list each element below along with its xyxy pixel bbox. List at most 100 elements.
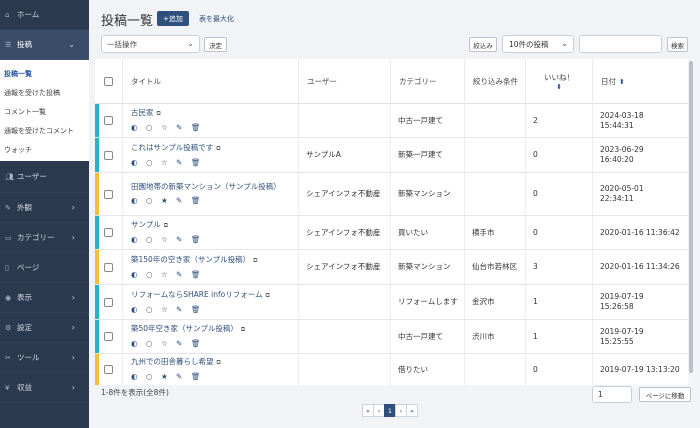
sidebar-item-tools[interactable]: ✂ ツール › — [0, 343, 89, 373]
column-header-filter[interactable]: 絞り込み条件 — [465, 59, 526, 104]
bulk-action-select[interactable]: 一括操作 ⌄ — [101, 35, 200, 53]
external-link-icon[interactable]: ⧉ — [157, 110, 161, 117]
post-title-link[interactable]: サンプル — [131, 220, 161, 229]
search-input[interactable] — [579, 35, 662, 53]
column-header-title[interactable]: タイトル — [123, 59, 299, 104]
post-title-link[interactable]: 田園地帯の新築マンション（サンプル投稿） — [131, 182, 281, 191]
scrollbar-thumb[interactable] — [689, 61, 693, 373]
post-title-link[interactable]: これはサンプル投稿です — [131, 143, 213, 152]
trash-icon[interactable]: 🗑︎ — [191, 339, 206, 349]
submenu-item-watch[interactable]: ウォッチ — [0, 140, 89, 159]
page-number-input[interactable]: 1 — [592, 386, 632, 403]
circle-icon[interactable]: ○ — [146, 270, 161, 280]
external-link-icon[interactable]: ⧉ — [217, 359, 221, 366]
column-header-user[interactable]: ユーザー — [299, 59, 391, 104]
star-icon[interactable]: ☆ — [161, 123, 176, 133]
submenu-item-comment-list[interactable]: コメント一覧 — [0, 102, 89, 121]
circle-icon[interactable]: ○ — [146, 235, 161, 245]
apply-button[interactable]: 決定 — [204, 37, 227, 52]
column-header-date[interactable]: 日付 ⬍ — [593, 59, 688, 104]
submenu-item-reported-posts[interactable]: 通報を受けた投稿 — [0, 83, 89, 102]
select-all-checkbox[interactable] — [104, 77, 113, 86]
toggle-icon[interactable]: ◐ — [131, 196, 146, 206]
external-link-icon[interactable]: ⧉ — [265, 292, 269, 299]
per-page-select[interactable]: 10件の投稿 ⌄ — [502, 35, 574, 53]
edit-icon[interactable]: ✎ — [176, 339, 191, 349]
goto-page-button[interactable]: ページに移動 — [639, 387, 691, 402]
row-checkbox[interactable] — [104, 262, 113, 272]
toggle-icon[interactable]: ◐ — [131, 339, 146, 349]
add-post-button[interactable]: +追加 — [157, 11, 189, 26]
trash-icon[interactable]: 🗑︎ — [191, 235, 206, 245]
toggle-icon[interactable]: ◐ — [131, 372, 146, 382]
toggle-icon[interactable]: ◐ — [131, 305, 146, 315]
toggle-icon[interactable]: ◐ — [131, 158, 146, 168]
post-title-link[interactable]: 築150年の空き家（サンプル投稿） — [131, 255, 250, 264]
user-cell — [299, 354, 391, 385]
last-page-button[interactable]: » — [406, 404, 418, 417]
sidebar-item-display[interactable]: ◉ 表示 › — [0, 283, 89, 313]
star-icon[interactable]: ☆ — [161, 235, 176, 245]
edit-icon[interactable]: ✎ — [176, 123, 191, 133]
circle-icon[interactable]: ○ — [146, 158, 161, 168]
sidebar-item-home[interactable]: ⌂ ホーム — [0, 0, 89, 30]
edit-icon[interactable]: ✎ — [176, 235, 191, 245]
submenu-item-post-list[interactable]: 投稿一覧 — [0, 64, 89, 83]
external-link-icon[interactable]: ⧉ — [216, 145, 220, 152]
star-icon[interactable]: ☆ — [161, 158, 176, 168]
table-scrollbar[interactable] — [688, 59, 694, 385]
star-filled-icon[interactable]: ★ — [161, 196, 176, 206]
row-checkbox[interactable] — [104, 116, 113, 125]
edit-icon[interactable]: ✎ — [176, 305, 191, 315]
column-header-category[interactable]: カテゴリー — [391, 59, 465, 104]
circle-icon[interactable]: ○ — [146, 305, 161, 315]
toggle-icon[interactable]: ◐ — [131, 123, 146, 133]
edit-icon[interactable]: ✎ — [176, 372, 191, 382]
post-title-link[interactable]: 築50年空き家（サンプル投稿） — [131, 324, 238, 333]
edit-icon[interactable]: ✎ — [176, 158, 191, 168]
external-link-icon[interactable]: ⧉ — [241, 326, 245, 333]
filter-button[interactable]: 絞込み — [469, 37, 497, 52]
edit-icon[interactable]: ✎ — [176, 196, 191, 206]
star-icon[interactable]: ☆ — [161, 270, 176, 280]
sidebar-item-revenue[interactable]: ¥ 収益 › — [0, 373, 89, 403]
post-title-link[interactable]: 九州での田舎暮らし希望 — [131, 357, 214, 366]
likes-cell: 0 — [526, 138, 593, 172]
trash-icon[interactable]: 🗑︎ — [191, 196, 206, 206]
search-button[interactable]: 検索 — [667, 37, 688, 52]
post-title-link[interactable]: 古民家 — [131, 108, 154, 117]
sidebar-item-users[interactable]: 👥︎ ユーザー — [0, 161, 89, 193]
external-link-icon[interactable]: ⧉ — [253, 257, 257, 264]
edit-icon[interactable]: ✎ — [176, 270, 191, 280]
post-title-link[interactable]: リフォームならSHARE infoリフォーム — [131, 290, 262, 299]
external-link-icon[interactable]: ⧉ — [164, 222, 168, 229]
row-checkbox[interactable] — [104, 297, 113, 307]
row-checkbox[interactable] — [104, 189, 113, 199]
maximize-table-link[interactable]: 表を最大化 — [199, 14, 234, 24]
trash-icon[interactable]: 🗑︎ — [191, 270, 206, 280]
trash-icon[interactable]: 🗑︎ — [191, 372, 206, 382]
row-checkbox[interactable] — [104, 228, 113, 237]
trash-icon[interactable]: 🗑︎ — [191, 123, 206, 133]
row-checkbox[interactable] — [104, 150, 113, 160]
sidebar-item-appearance[interactable]: ✎ 外観 › — [0, 193, 89, 223]
star-filled-icon[interactable]: ★ — [161, 372, 176, 382]
trash-icon[interactable]: 🗑︎ — [191, 158, 206, 168]
circle-icon[interactable]: ○ — [146, 372, 161, 382]
circle-icon[interactable]: ○ — [146, 196, 161, 206]
sidebar-item-posts[interactable]: ☰ 投稿 ⌄ — [0, 30, 89, 60]
column-header-likes[interactable]: いいね！ ⬍ — [526, 59, 593, 104]
row-checkbox[interactable] — [104, 332, 113, 341]
submenu-item-reported-comments[interactable]: 通報を受けたコメント — [0, 121, 89, 140]
row-checkbox[interactable] — [104, 365, 113, 374]
toggle-icon[interactable]: ◐ — [131, 235, 146, 245]
trash-icon[interactable]: 🗑︎ — [191, 305, 206, 315]
sidebar-item-settings[interactable]: ⚙ 設定 › — [0, 313, 89, 343]
circle-icon[interactable]: ○ — [146, 123, 161, 133]
star-icon[interactable]: ☆ — [161, 339, 176, 349]
toggle-icon[interactable]: ◐ — [131, 270, 146, 280]
sidebar-item-category[interactable]: ▭ カテゴリー › — [0, 223, 89, 253]
sidebar-item-page[interactable]: ▯ ページ — [0, 253, 89, 283]
star-icon[interactable]: ☆ — [161, 305, 176, 315]
circle-icon[interactable]: ○ — [146, 339, 161, 349]
